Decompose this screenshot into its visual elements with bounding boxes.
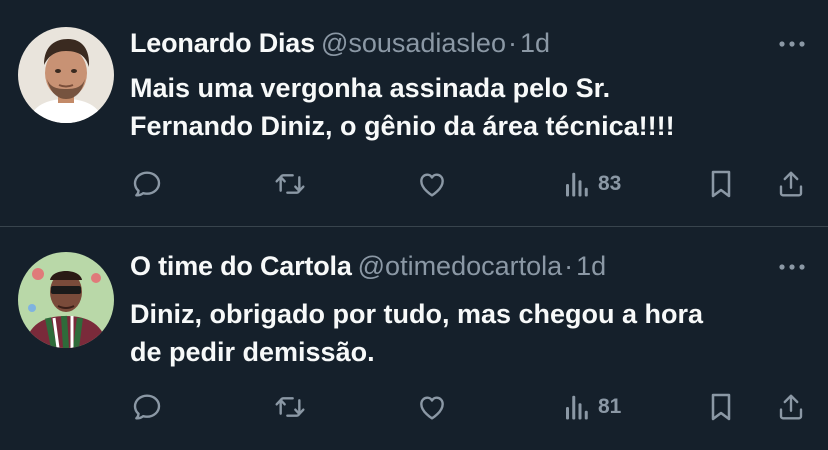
tweet-text: Mais uma vergonha assinada pelo Sr. Fern…	[130, 69, 810, 145]
separator: ·	[564, 251, 574, 281]
reply-button[interactable]	[131, 391, 163, 423]
avatar-photo	[18, 27, 114, 123]
tweet-text-line: Diniz, obrigado por tudo, mas chegou a h…	[130, 299, 704, 329]
views-button[interactable]: 83	[563, 168, 621, 200]
tweet[interactable]: Leonardo Dias @sousadiasleo· 1d Mais uma v…	[0, 0, 828, 226]
reply-button[interactable]	[131, 168, 163, 200]
views-count: 81	[598, 395, 622, 418]
heart-icon	[420, 396, 444, 420]
tweet-text: Diniz, obrigado por tudo, mas chegou a h…	[130, 295, 810, 371]
timestamp[interactable]: 1d	[520, 28, 550, 58]
avatar[interactable]	[18, 27, 114, 123]
share-upload-icon	[779, 394, 803, 420]
tweet-header: Leonardo Dias @sousadiasleo· 1d	[130, 26, 550, 60]
views-button[interactable]: 81	[563, 391, 621, 423]
tweet-header: O time do Cartola @otimedocartola· 1d	[130, 249, 606, 283]
avatar-illustration	[18, 252, 114, 348]
heart-icon	[420, 173, 444, 197]
comment-bubble-icon	[133, 171, 161, 197]
bar-chart-icon	[566, 172, 588, 197]
tweet-text-line: de pedir demissão.	[130, 337, 375, 367]
display-name[interactable]: O time do Cartola	[130, 251, 352, 281]
separator: ·	[507, 28, 517, 58]
bar-chart-icon	[566, 395, 588, 420]
handle[interactable]: @otimedocartola	[358, 251, 563, 281]
tweet-feed: Leonardo Dias @sousadiasleo· 1d Mais uma v…	[0, 0, 828, 450]
ellipsis-icon	[779, 41, 805, 47]
like-button[interactable]	[415, 391, 449, 423]
handle[interactable]: @sousadiasleo	[321, 28, 506, 58]
share-button[interactable]	[776, 168, 806, 200]
bookmark-button[interactable]	[707, 168, 735, 200]
display-name[interactable]: Leonardo Dias	[130, 28, 315, 58]
tweet-text-line: Mais uma vergonha assinada pelo Sr.	[130, 73, 611, 103]
retweet-button[interactable]	[273, 391, 307, 423]
retweet-arrows-icon	[275, 397, 305, 417]
bookmark-icon	[711, 393, 731, 421]
action-bar: 81	[0, 387, 828, 427]
like-button[interactable]	[415, 168, 449, 200]
retweet-arrows-icon	[275, 174, 305, 194]
more-options-button[interactable]	[776, 257, 808, 277]
ellipsis-icon	[779, 264, 805, 270]
action-bar: 83	[0, 164, 828, 204]
avatar[interactable]	[18, 252, 114, 348]
tweet[interactable]: O time do Cartola @otimedocartola· 1d Dini…	[0, 227, 828, 450]
retweet-button[interactable]	[273, 168, 307, 200]
bookmark-button[interactable]	[707, 391, 735, 423]
more-options-button[interactable]	[776, 34, 808, 54]
tweet-text-line: Fernando Diniz, o gênio da área técnica!…	[130, 111, 675, 141]
share-button[interactable]	[776, 391, 806, 423]
comment-bubble-icon	[133, 394, 161, 420]
bookmark-icon	[711, 170, 731, 198]
share-upload-icon	[779, 171, 803, 197]
timestamp[interactable]: 1d	[576, 251, 606, 281]
views-count: 83	[598, 172, 622, 195]
